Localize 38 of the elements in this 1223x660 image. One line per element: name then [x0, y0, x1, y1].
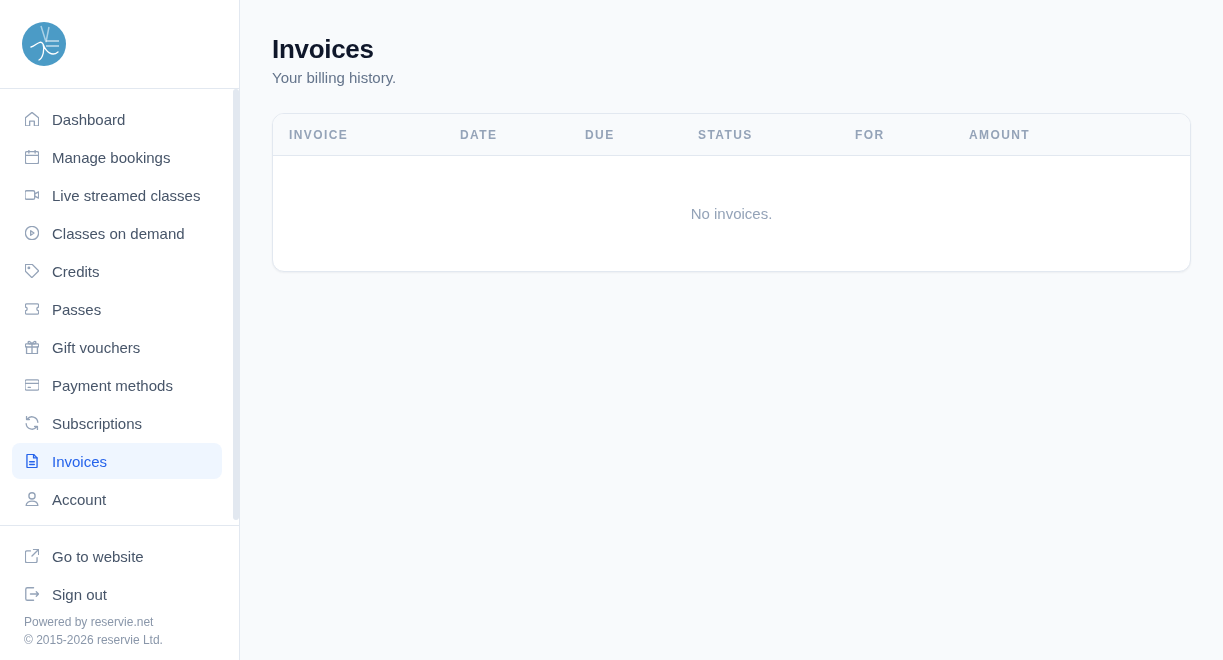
refresh-icon: [25, 416, 39, 430]
column-header: AMOUNT: [968, 127, 1032, 142]
nav-item[interactable]: Credits: [12, 253, 222, 289]
logo-icon[interactable]: [22, 22, 66, 66]
scrollbar-thumb[interactable]: [233, 89, 239, 520]
nav-item[interactable]: Subscriptions: [12, 405, 222, 441]
ticket-icon: [25, 302, 39, 316]
document-icon: [25, 454, 39, 468]
nav-item[interactable]: Account: [12, 481, 222, 517]
video-camera-icon: [25, 188, 39, 202]
column-header: DATE: [459, 127, 499, 142]
sidebar-link[interactable]: Go to website: [12, 538, 228, 574]
powered-by-text: Powered by reservie.net: [24, 614, 154, 631]
nav-item[interactable]: Invoices: [12, 443, 222, 479]
tag-icon: [25, 264, 39, 278]
nav-item[interactable]: Dashboard: [12, 101, 222, 137]
user-icon: [25, 492, 39, 506]
nav-item[interactable]: Classes on demand: [12, 215, 222, 251]
nav-item[interactable]: Passes: [12, 291, 222, 327]
credit-card-icon: [25, 378, 39, 392]
column-header: DUE: [584, 127, 616, 142]
column-header: INVOICE: [288, 127, 350, 142]
calendar-icon: [25, 150, 39, 164]
nav-item[interactable]: Live streamed classes: [12, 177, 222, 213]
gift-icon: [25, 340, 39, 354]
logout-icon: [25, 587, 39, 601]
external-link-icon: [25, 549, 39, 563]
nav-item[interactable]: Gift vouchers: [12, 329, 222, 365]
page-subtitle: Your billing history.: [272, 68, 397, 88]
column-header: FOR: [854, 127, 886, 142]
copyright-text: © 2015-2026 reservie Ltd.: [24, 632, 163, 649]
column-header: STATUS: [697, 127, 754, 142]
nav-item[interactable]: Manage bookings: [12, 139, 222, 175]
page-title: Invoices: [272, 33, 374, 65]
sidebar-link[interactable]: Sign out: [12, 576, 228, 612]
nav-item[interactable]: Payment methods: [12, 367, 222, 403]
empty-message: No invoices.: [690, 205, 773, 222]
home-icon: [25, 112, 39, 126]
